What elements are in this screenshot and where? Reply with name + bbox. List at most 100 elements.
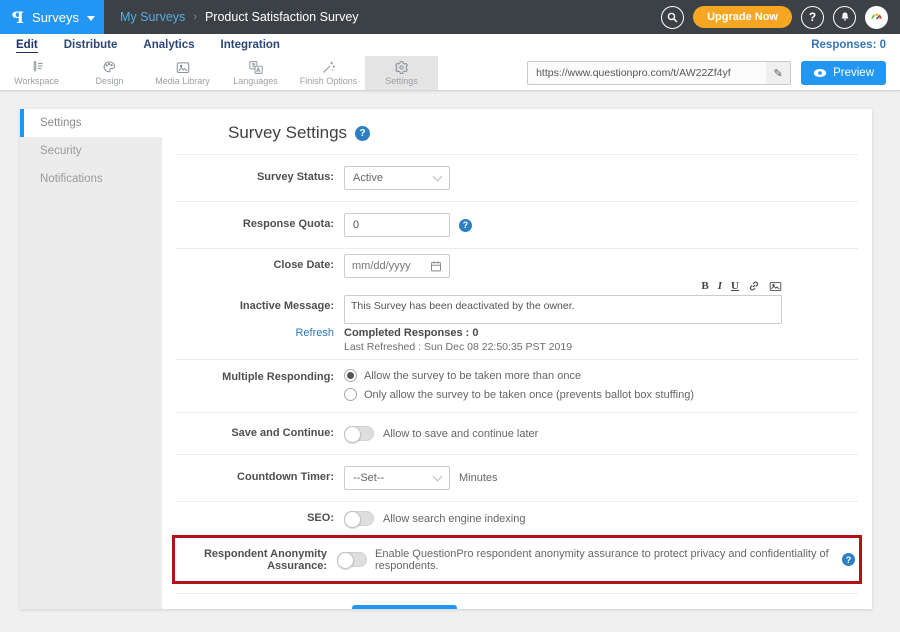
- anonymity-highlight-box: Respondent Anonymity Assurance: Enable Q…: [172, 535, 862, 584]
- close-date-input[interactable]: [352, 260, 422, 272]
- countdown-timer-select[interactable]: --Set--: [344, 466, 450, 490]
- response-quota-help-icon[interactable]: ?: [459, 219, 472, 232]
- anonymity-help-icon[interactable]: ?: [842, 553, 855, 566]
- link-icon[interactable]: [748, 280, 760, 292]
- tab-label: Workspace: [14, 76, 59, 86]
- breadcrumb-current-survey: Product Satisfaction Survey: [205, 10, 359, 24]
- radio-option-once[interactable]: Only allow the survey to be taken once (…: [344, 388, 694, 401]
- breadcrumb-my-surveys[interactable]: My Surveys: [120, 10, 185, 24]
- refresh-link[interactable]: Refresh: [176, 327, 344, 353]
- tab-media-library[interactable]: Media Library: [146, 56, 219, 90]
- page-title-row: Survey Settings ?: [176, 109, 858, 155]
- questionpro-logo[interactable]: P Surveys: [0, 0, 104, 34]
- radio-option-multiple[interactable]: Allow the survey to be taken more than o…: [344, 369, 694, 382]
- media-library-icon: [175, 60, 191, 75]
- content-area: Settings Security Notifications Survey S…: [20, 109, 872, 609]
- tab-design[interactable]: Design: [73, 56, 146, 90]
- tab-label: Media Library: [155, 76, 210, 86]
- response-quota-row: Response Quota: ?: [176, 202, 858, 249]
- toolbar-right: ✎ Preview: [527, 56, 900, 90]
- countdown-timer-label: Countdown Timer:: [176, 466, 344, 490]
- sidebar-item-notifications[interactable]: Notifications: [20, 165, 162, 193]
- help-icon[interactable]: ?: [801, 6, 824, 29]
- save-and-continue-label: Save and Continue:: [176, 426, 344, 441]
- seo-toggle[interactable]: [344, 511, 374, 526]
- countdown-timer-value: --Set--: [353, 472, 384, 484]
- settings-gear-icon: [394, 60, 409, 75]
- tab-languages[interactable]: Languages: [219, 56, 292, 90]
- workspace-icon: [29, 60, 45, 75]
- tab-finish-options[interactable]: Finish Options: [292, 56, 365, 90]
- close-date-row: Close Date:: [176, 254, 858, 278]
- anonymity-toggle[interactable]: [337, 552, 367, 567]
- survey-nav: Edit Distribute Analytics Integration Re…: [0, 34, 900, 56]
- response-quota-label: Response Quota:: [176, 213, 344, 237]
- edit-toolbar: Workspace Design Media Library Languages…: [0, 56, 900, 91]
- gauge-icon[interactable]: [865, 6, 888, 29]
- tab-settings[interactable]: Settings: [365, 56, 438, 90]
- eye-icon: [813, 68, 827, 78]
- survey-settings-help-icon[interactable]: ?: [355, 126, 370, 141]
- nav-tab-integration[interactable]: Integration: [221, 38, 280, 52]
- italic-button[interactable]: I: [718, 280, 722, 292]
- radio-selected-icon[interactable]: [344, 369, 357, 382]
- anonymity-text: Enable QuestionPro respondent anonymity …: [375, 548, 834, 572]
- close-date-label: Close Date:: [176, 254, 344, 278]
- close-date-field[interactable]: [344, 254, 450, 278]
- bold-button[interactable]: B: [701, 280, 708, 292]
- inactive-message-label: Inactive Message:: [176, 278, 344, 324]
- tab-label: Design: [95, 76, 123, 86]
- survey-status-value: Active: [353, 172, 383, 184]
- sidebar-item-security[interactable]: Security: [20, 137, 162, 165]
- seo-row: SEO: Allow search engine indexing: [176, 502, 858, 533]
- caret-down-icon: [87, 16, 95, 21]
- completed-responses-text: Completed Responses : 0: [344, 327, 572, 339]
- underline-button[interactable]: U: [731, 280, 739, 292]
- settings-sidebar: Settings Security Notifications: [20, 109, 162, 609]
- nav-tab-analytics[interactable]: Analytics: [143, 38, 194, 52]
- image-icon[interactable]: [769, 281, 782, 292]
- finish-options-icon: [321, 60, 336, 75]
- save-and-continue-row: Save and Continue: Allow to save and con…: [176, 413, 858, 455]
- chevron-down-icon: [433, 171, 443, 181]
- logo-icon: P: [12, 8, 24, 27]
- chevron-down-icon: [433, 471, 443, 481]
- nav-tab-distribute[interactable]: Distribute: [64, 38, 118, 52]
- preview-label: Preview: [833, 67, 874, 79]
- countdown-timer-row: Countdown Timer: --Set-- Minutes: [176, 455, 858, 502]
- responses-count[interactable]: Responses: 0: [811, 39, 886, 51]
- page-title: Survey Settings: [228, 123, 347, 143]
- nav-tab-edit[interactable]: Edit: [16, 38, 38, 53]
- upgrade-now-button[interactable]: Upgrade Now: [693, 6, 792, 28]
- inactive-message-row: Inactive Message: B I U This Survey has …: [176, 278, 858, 324]
- format-toolbar: B I U: [344, 279, 782, 293]
- anonymity-label: Respondent Anonymity Assurance:: [179, 547, 337, 572]
- countdown-timer-suffix: Minutes: [459, 472, 498, 484]
- last-refreshed-text: Last Refreshed : Sun Dec 08 22:50:35 PST…: [344, 341, 572, 353]
- response-quota-input[interactable]: [344, 213, 450, 237]
- tab-label: Languages: [233, 76, 278, 86]
- save-and-continue-text: Allow to save and continue later: [383, 428, 538, 440]
- survey-status-select[interactable]: Active: [344, 166, 450, 190]
- settings-panel: Survey Settings ? Survey Status: Active …: [162, 109, 872, 609]
- refresh-row: Refresh Completed Responses : 0 Last Ref…: [176, 327, 858, 353]
- radio-option-label: Allow the survey to be taken more than o…: [364, 370, 581, 382]
- sidebar-item-settings[interactable]: Settings: [20, 109, 162, 137]
- top-bar: P Surveys My Surveys › Product Satisfact…: [0, 0, 900, 34]
- multiple-responding-row: Multiple Responding: Allow the survey to…: [176, 360, 858, 413]
- product-switcher: Surveys: [32, 10, 79, 25]
- save-changes-button[interactable]: Save Changes: [352, 605, 457, 609]
- tab-label: Finish Options: [300, 76, 358, 86]
- tab-workspace[interactable]: Workspace: [0, 56, 73, 90]
- preview-button[interactable]: Preview: [801, 61, 886, 85]
- bell-icon[interactable]: [833, 6, 856, 29]
- survey-url-input[interactable]: [528, 67, 766, 79]
- search-icon[interactable]: [661, 6, 684, 29]
- survey-status-row: Survey Status: Active: [176, 155, 858, 202]
- radio-unselected-icon[interactable]: [344, 388, 357, 401]
- topbar-actions: Upgrade Now ?: [661, 6, 900, 29]
- calendar-icon[interactable]: [430, 260, 442, 272]
- pencil-icon[interactable]: ✎: [766, 62, 790, 84]
- save-and-continue-toggle[interactable]: [344, 426, 374, 441]
- inactive-message-textarea[interactable]: This Survey has been deactivated by the …: [344, 295, 782, 324]
